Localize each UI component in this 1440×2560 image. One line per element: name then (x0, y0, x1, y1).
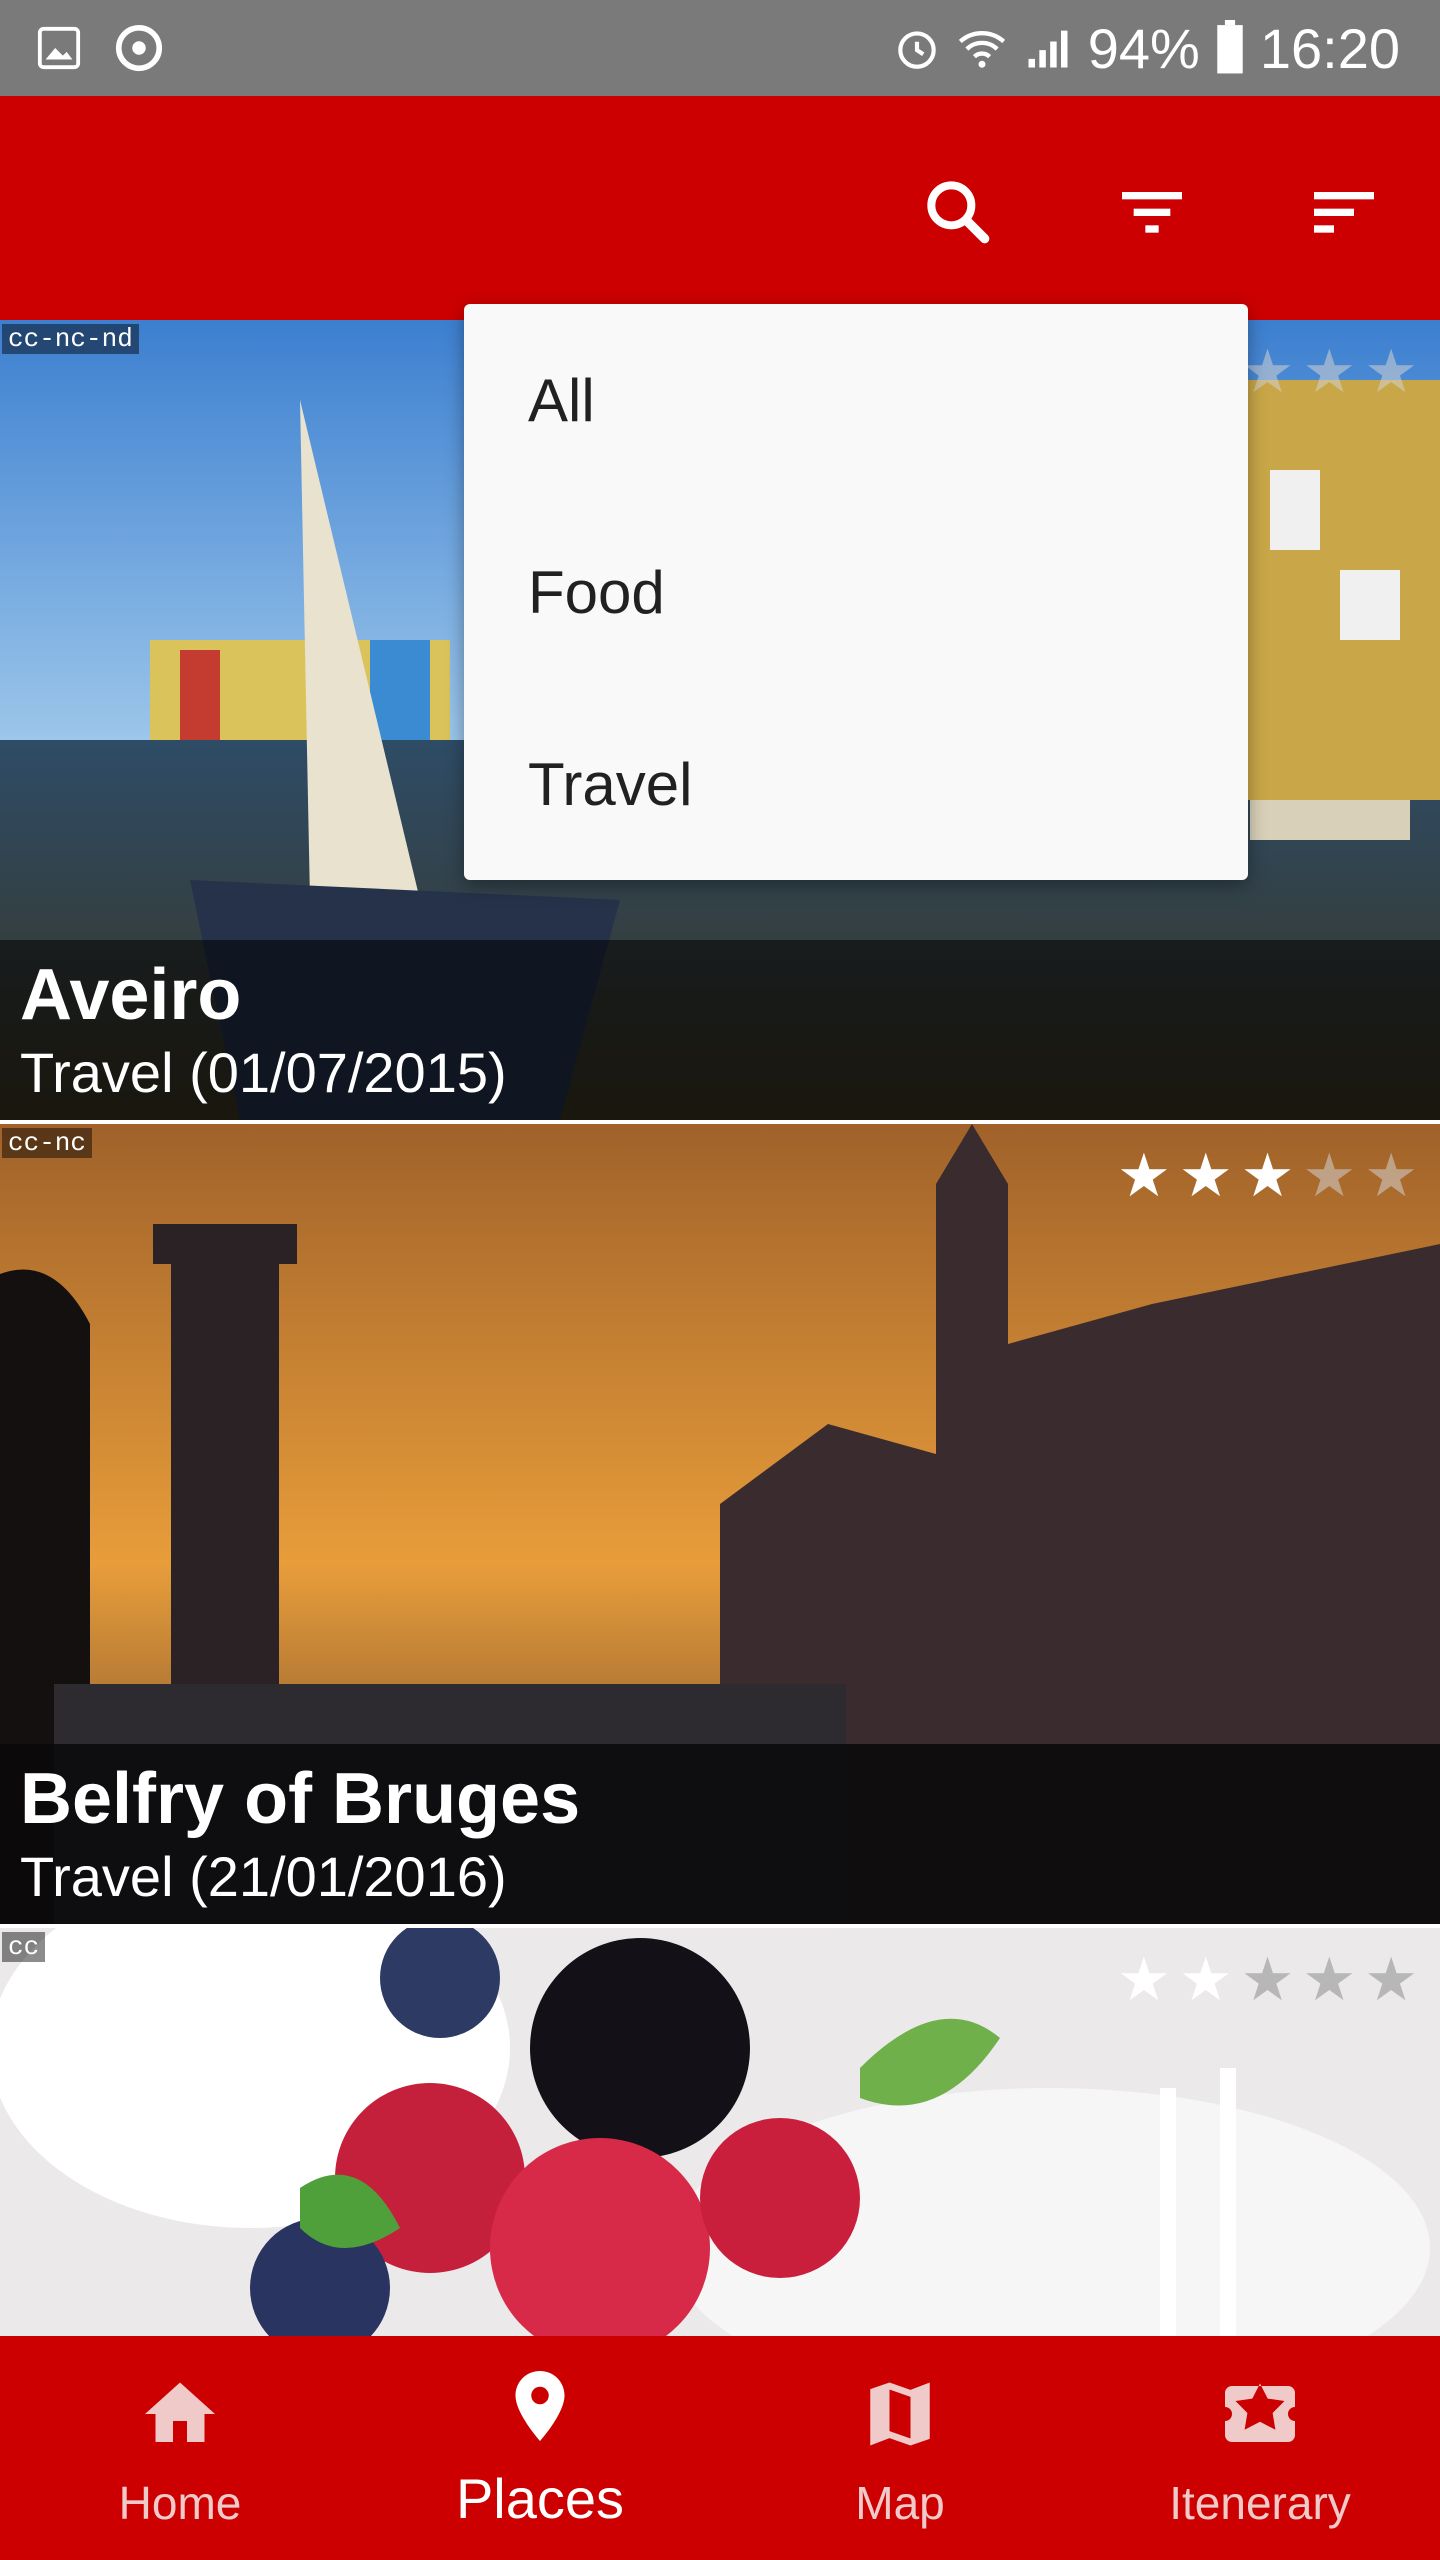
star-icon: ★ (1302, 1946, 1357, 2013)
alarm-icon (892, 23, 942, 73)
search-button[interactable] (910, 166, 1006, 262)
sort-icon (1304, 172, 1384, 257)
license-label: cc-nc (2, 1128, 93, 1158)
status-bar: 94% 16:20 (0, 0, 1440, 96)
menu-item-all[interactable]: All (464, 304, 1248, 496)
place-subtitle: Travel (21/01/2016) (20, 1845, 507, 1908)
nav-label: Home (118, 2477, 242, 2529)
card-caption: Belfry of Bruges Travel (21/01/2016) (0, 1744, 1440, 1924)
place-title: Belfry of Bruges (20, 1759, 581, 1839)
menu-item-travel[interactable]: Travel (464, 688, 1248, 880)
place-title: Aveiro (20, 955, 242, 1035)
star-icon: ★ (1364, 1142, 1418, 1209)
star-icon: ★ (1117, 1946, 1171, 2013)
rating-stars: ★ ★ ★ ★ ★ (1117, 1948, 1418, 2012)
battery-percent: 94% (1087, 16, 1200, 80)
license-label: cc (2, 1932, 46, 1962)
place-card[interactable]: cc ★ ★ ★ ★ ★ (0, 1928, 1440, 2336)
place-subtitle: Travel (01/07/2015) (20, 1041, 507, 1104)
star-icon: ★ (1117, 1142, 1171, 1209)
nav-item-map[interactable]: Map (720, 2336, 1080, 2560)
star-icon: ★ (1240, 1142, 1295, 1209)
star-icon: ★ (1364, 1946, 1418, 2013)
star-icon: ★ (1302, 338, 1357, 405)
star-icon: ★ (1240, 1946, 1295, 2013)
star-icon: ★ (1178, 1142, 1233, 1209)
nav-item-itinerary[interactable]: Itenerary (1080, 2336, 1440, 2560)
nav-label: Places (455, 2467, 625, 2530)
sync-icon (112, 21, 166, 75)
wifi-icon (956, 22, 1008, 74)
rating-stars: ★ ★ ★ ★ ★ (1117, 1144, 1418, 1208)
star-icon: ★ (1302, 1142, 1357, 1209)
menu-item-food[interactable]: Food (464, 496, 1248, 688)
nav-item-places[interactable]: Places (360, 2336, 720, 2560)
star-icon: ★ (1240, 338, 1295, 405)
sort-button[interactable] (1296, 166, 1392, 262)
star-icon: ★ (1364, 338, 1418, 405)
app-bar (0, 96, 1440, 320)
ticket-star-icon (1218, 2372, 1302, 2461)
gallery-icon (36, 25, 82, 71)
battery-icon (1214, 20, 1246, 76)
nav-label: Map (855, 2477, 945, 2529)
filter-icon (1112, 172, 1192, 257)
search-icon (918, 172, 998, 257)
filter-menu: All Food Travel (464, 304, 1248, 880)
bottom-navigation: Home Places Map Itenerary (0, 2336, 1440, 2560)
nav-label: Itenerary (1169, 2477, 1351, 2529)
place-card[interactable]: cc-nc ★ ★ ★ ★ ★ Belfry of Bruges Travel … (0, 1124, 1440, 1924)
map-icon (858, 2372, 942, 2461)
clock: 16:20 (1259, 16, 1400, 80)
rating-stars: ★ ★ ★ (1241, 340, 1418, 404)
place-pin-icon (498, 2364, 582, 2453)
status-left-icons (36, 18, 166, 78)
card-caption: Aveiro Travel (01/07/2015) (0, 940, 1440, 1120)
filter-button[interactable] (1104, 166, 1200, 262)
home-icon (138, 2372, 222, 2461)
license-label: cc-nc-nd (2, 324, 139, 354)
star-icon: ★ (1178, 1946, 1233, 2013)
status-right: 94% 16:20 (892, 14, 1400, 82)
nav-item-home[interactable]: Home (0, 2336, 360, 2560)
signal-icon (1022, 22, 1074, 74)
